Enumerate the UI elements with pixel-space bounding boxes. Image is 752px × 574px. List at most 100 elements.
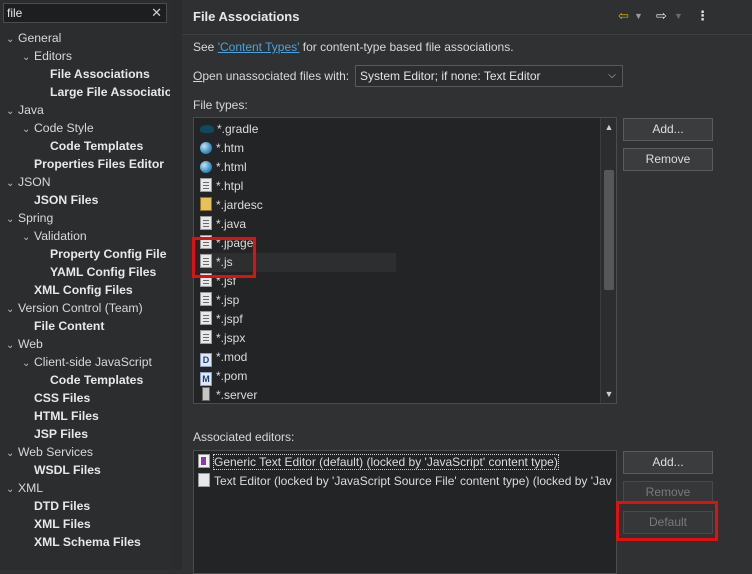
tree-item[interactable]: ⌄ Java — [6, 101, 44, 119]
chevron-down-icon[interactable]: ⌵ — [605, 68, 619, 84]
open-unassociated-select[interactable]: System Editor; if none: Text Editor ⌵ — [355, 65, 623, 87]
tree-item[interactable]: DTD Files — [22, 497, 90, 515]
file-types-label: File types: — [193, 98, 248, 112]
tree-item[interactable]: ⌄ Code Style — [22, 119, 94, 137]
tree-item[interactable]: ⌄ Web Services — [6, 443, 93, 461]
scroll-thumb[interactable] — [604, 170, 614, 290]
open-unassociated-rest: pen unassociated files with: — [202, 69, 350, 83]
tree-item-label: File Associations — [50, 67, 150, 81]
gradle-icon — [200, 125, 214, 133]
content-types-link[interactable]: 'Content Types' — [218, 40, 300, 54]
tree-item-label: Code Templates — [50, 373, 144, 387]
tree-item[interactable]: XML Files — [22, 515, 91, 533]
tree-item[interactable]: CSS Files — [22, 389, 90, 407]
filter-input[interactable] — [7, 5, 147, 21]
file-type-row[interactable]: D *.mod — [200, 348, 247, 367]
tree-item[interactable]: Property Config File — [38, 245, 166, 263]
file-type-row[interactable]: *.gradle — [200, 120, 258, 139]
back-dropdown-icon[interactable]: ▼ — [634, 11, 643, 21]
file-type-row[interactable]: *.htm — [200, 139, 244, 158]
tree-item[interactable]: JSP Files — [22, 425, 88, 443]
file-type-row[interactable]: *.java — [200, 215, 246, 234]
tree-item[interactable]: ⌄ JSON — [6, 173, 51, 191]
file-type-row[interactable]: *.html — [200, 158, 247, 177]
forward-arrow-icon[interactable]: ⇨ — [656, 8, 667, 24]
file-icon — [200, 178, 212, 192]
remove-file-type-button[interactable]: Remove — [623, 148, 713, 171]
tree-item-label: Code Templates — [50, 139, 144, 153]
back-arrow-icon[interactable]: ⇦ — [618, 8, 629, 24]
file-type-row[interactable]: *.jardesc — [200, 196, 263, 215]
tree-item[interactable]: ⌄ Version Control (Team) — [6, 299, 143, 317]
file-type-row[interactable]: *.jspx — [200, 329, 245, 348]
file-types-list[interactable]: *.gradle *.htm *.html *.htpl *.jardesc *.java… — [193, 117, 617, 404]
clear-filter-icon[interactable]: ✕ — [151, 5, 162, 21]
chevron-down-icon[interactable]: ⌄ — [6, 301, 18, 319]
file-type-label: *.java — [216, 217, 247, 231]
chevron-down-icon[interactable]: ⌄ — [6, 481, 18, 499]
file-type-label: *.html — [216, 160, 247, 174]
tree-item[interactable]: WSDL Files — [22, 461, 101, 479]
chevron-down-icon[interactable]: ⌄ — [6, 31, 18, 49]
tree-item[interactable]: ⌄ Web — [6, 335, 43, 353]
tree-item[interactable]: ⌄ Editors — [22, 47, 72, 65]
sash-divider[interactable] — [170, 0, 182, 570]
editor-row[interactable]: Generic Text Editor (default) (locked by… — [198, 453, 559, 471]
tree-item[interactable]: ⌄ XML — [6, 479, 43, 497]
tree-item[interactable]: File Associations — [38, 65, 150, 83]
tree-item[interactable]: YAML Config Files — [38, 263, 156, 281]
file-type-row[interactable]: M *.pom — [200, 367, 247, 386]
file-types-scrollbar[interactable]: ▲ ▼ — [600, 118, 616, 403]
editor-row[interactable]: Text Editor (locked by 'JavaScript Sourc… — [198, 472, 612, 490]
tree-item-label: Validation — [34, 229, 87, 243]
tree-item[interactable]: XML Schema Files — [22, 533, 141, 551]
chevron-down-icon[interactable]: ⌄ — [6, 175, 18, 193]
forward-dropdown-icon[interactable]: ▼ — [674, 11, 683, 21]
tree-item[interactable]: ⌄ Validation — [22, 227, 87, 245]
tree-item-label: Code Style — [34, 121, 94, 135]
add-editor-button[interactable]: Add... — [623, 451, 713, 474]
page-title: File Associations — [193, 9, 300, 24]
file-type-row[interactable]: *.server — [200, 386, 257, 403]
chevron-down-icon[interactable]: ⌄ — [6, 211, 18, 229]
menu-icon[interactable]: ⋮ — [696, 8, 709, 24]
chevron-down-icon[interactable]: ⌄ — [6, 103, 18, 121]
tree-item-label: Web Services — [18, 445, 93, 459]
scroll-down-icon[interactable]: ▼ — [601, 387, 616, 401]
tree-item-label: Property Config File — [50, 247, 167, 261]
tree-item[interactable]: ⌄ Spring — [6, 209, 53, 227]
associated-editors-list[interactable]: Generic Text Editor (default) (locked by… — [193, 450, 617, 574]
chevron-down-icon[interactable]: ⌄ — [6, 445, 18, 463]
chevron-down-icon[interactable]: ⌄ — [22, 355, 34, 373]
tree-item-label: JSON — [18, 175, 51, 189]
tree-item[interactable]: Properties Files Editor — [22, 155, 164, 173]
file-type-row[interactable]: *.jspf — [200, 310, 243, 329]
tree-item[interactable]: XML Config Files — [22, 281, 133, 299]
tree-item-label: Web — [18, 337, 43, 351]
tree-item[interactable]: Code Templates — [38, 371, 143, 389]
file-type-label: *.gradle — [217, 122, 259, 136]
scroll-up-icon[interactable]: ▲ — [601, 120, 616, 134]
file-type-row[interactable]: *.htpl — [200, 177, 243, 196]
tree-item[interactable]: Code Templates — [38, 137, 143, 155]
tree-item[interactable]: JSON Files — [22, 191, 98, 209]
tree-item[interactable]: File Content — [22, 317, 104, 335]
chevron-down-icon[interactable]: ⌄ — [22, 121, 34, 139]
tree-item[interactable]: Large File Associatio — [38, 83, 172, 101]
preferences-tree-panel: ✕ ⌄General⌄Editors File Associations Large… — [0, 0, 172, 570]
tree-item[interactable]: HTML Files — [22, 407, 99, 425]
file-type-row[interactable]: *.jsp — [200, 291, 239, 310]
tree-item[interactable]: ⌄ General — [6, 29, 61, 47]
add-file-type-button[interactable]: Add... — [623, 118, 713, 141]
content-types-note: See 'Content Types' for content-type bas… — [193, 40, 514, 54]
page-header: File Associations ⇦ ▼ ⇨ ▼ ⋮ — [182, 0, 752, 35]
chevron-down-icon[interactable]: ⌄ — [6, 337, 18, 355]
tree-item-label: XML Schema Files — [34, 535, 141, 549]
chevron-down-icon[interactable]: ⌄ — [22, 229, 34, 247]
tree-item[interactable]: ⌄ Client-side JavaScript — [22, 353, 152, 371]
d-badge-icon: D — [200, 353, 212, 367]
chevron-down-icon[interactable]: ⌄ — [22, 49, 34, 67]
associated-editors-label: Associated editors: — [193, 430, 295, 444]
highlight-box-js — [192, 237, 256, 278]
filter-field[interactable]: ✕ — [3, 3, 167, 23]
